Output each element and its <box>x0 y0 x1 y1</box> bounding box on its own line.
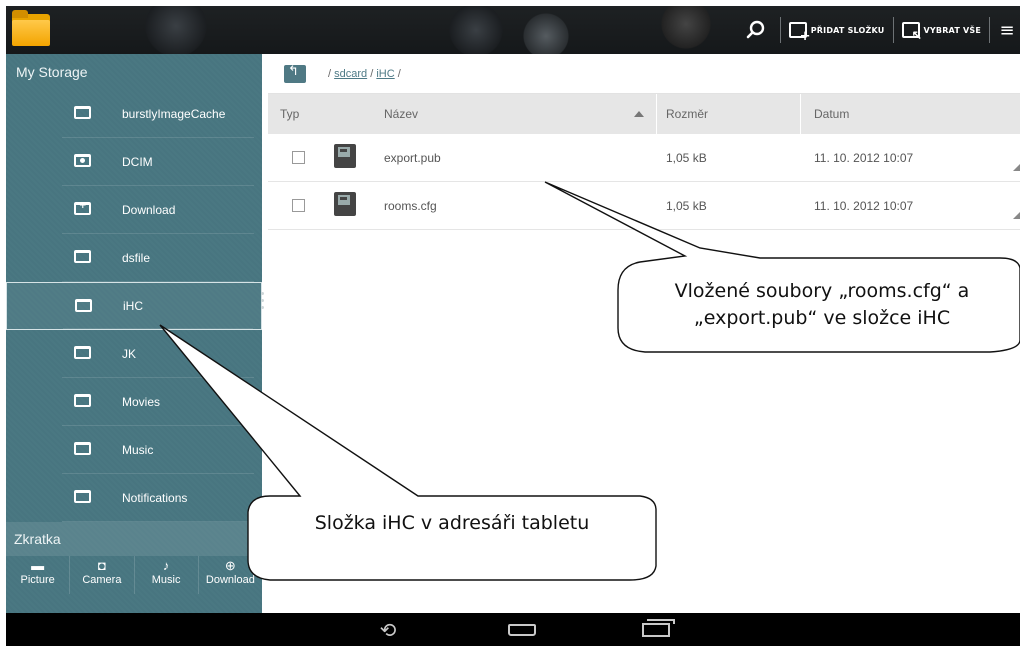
recent-apps-icon[interactable] <box>636 613 676 646</box>
table-header: Typ Název Rozměr Datum <box>268 94 1020 134</box>
sort-ascending-icon <box>634 111 644 117</box>
row-checkbox[interactable] <box>292 199 305 212</box>
shortcut-download[interactable]: ⊕ Download <box>199 556 262 594</box>
file-size: 1,05 kB <box>666 150 707 165</box>
music-icon: ♪ <box>162 558 170 573</box>
toolbar-divider <box>779 17 781 43</box>
select-all-button[interactable]: VYBRAT VŠE <box>898 6 985 54</box>
sidebar-item-download[interactable]: Download <box>6 186 262 234</box>
table-row[interactable]: rooms.cfg 1,05 kB 11. 10. 2012 10:07 <box>268 182 1020 230</box>
shortcut-label: Camera <box>82 574 122 586</box>
row-checkbox[interactable] <box>292 151 305 164</box>
row-corner-indicator <box>1013 164 1020 171</box>
app-folder-icon[interactable] <box>10 8 52 50</box>
up-folder-button[interactable] <box>284 64 306 83</box>
folder-icon <box>74 106 91 119</box>
sidebar-item-label: dsfile <box>122 251 151 265</box>
sidebar-item-ihc[interactable]: iHC <box>6 282 262 330</box>
files-note-line1: Vložené soubory „rooms.cfg“ a <box>674 280 970 302</box>
folder-callout-text: Složka iHC v adresáři tabletu <box>314 512 590 534</box>
sidebar-item-label: Music <box>122 443 154 457</box>
back-icon[interactable]: ⟲ <box>368 613 408 646</box>
folder-icon <box>74 490 91 503</box>
shortcut-label: Picture <box>20 574 55 586</box>
file-type-icon <box>334 144 356 168</box>
sidebar-item-label: iHC <box>123 299 143 313</box>
download-icon: ⊕ <box>224 558 236 573</box>
folder-icon <box>74 442 91 455</box>
files-callout-text: Vložené soubory „rooms.cfg“ a „export.pu… <box>626 278 1018 331</box>
row-corner-indicator <box>1013 212 1020 219</box>
select-all-icon <box>901 22 923 44</box>
shortcut-label: Music <box>151 574 181 586</box>
sidebar-header: My Storage <box>16 64 88 80</box>
shortcuts-header: Zkratka <box>6 522 262 556</box>
sidebar-item-label: DCIM <box>122 155 153 169</box>
breadcrumb-ihc[interactable]: iHC <box>376 68 394 80</box>
breadcrumb-bar: / sdcard / iHC / <box>268 54 1020 94</box>
sidebar-item-label: Download <box>122 203 176 217</box>
folder-icon <box>74 250 91 263</box>
breadcrumb-sdcard[interactable]: sdcard <box>334 68 367 80</box>
sidebar-item-label: Notifications <box>122 491 188 505</box>
sidebar: My Storage burstlyImageCache DCIM Downlo… <box>6 54 262 613</box>
breadcrumb-separator: / <box>370 67 374 80</box>
sidebar-item-dcim[interactable]: DCIM <box>6 138 262 186</box>
camera-folder-icon <box>74 154 91 167</box>
breadcrumb-separator: / <box>397 67 401 80</box>
shortcut-label: Download <box>205 574 255 586</box>
sidebar-item-jk[interactable]: JK <box>6 330 262 378</box>
action-bar-actions: PŘIDAT SLOŽKU VYBRAT VŠE ≡ <box>736 6 1020 54</box>
search-icon[interactable] <box>736 6 776 54</box>
sidebar-item-music[interactable]: Music <box>6 426 262 474</box>
breadcrumb: / sdcard / iHC / <box>328 68 401 80</box>
file-name: rooms.cfg <box>384 198 437 213</box>
sidebar-item-notifications[interactable]: Notifications <box>6 474 262 522</box>
file-size: 1,05 kB <box>666 198 707 213</box>
system-nav-bar: ⟲ <box>6 613 1020 646</box>
camera-icon: ◘ <box>97 558 106 573</box>
sidebar-item-movies[interactable]: Movies <box>6 378 262 426</box>
sidebar-item-burstlyimagecache[interactable]: burstlyImageCache <box>6 90 262 138</box>
shortcut-camera[interactable]: ◘ Camera <box>70 556 135 594</box>
shortcut-picture[interactable]: ▬ Picture <box>6 556 71 594</box>
sidebar-item-dsfile[interactable]: dsfile <box>6 234 262 282</box>
table-row[interactable]: export.pub 1,05 kB 11. 10. 2012 10:07 <box>268 134 1020 182</box>
column-name[interactable]: Název <box>384 107 418 121</box>
picture-icon: ▬ <box>31 558 45 573</box>
sidebar-item-label: burstlyImageCache <box>122 107 226 121</box>
folder-icon <box>75 299 92 312</box>
add-folder-icon <box>788 22 811 44</box>
file-name: export.pub <box>384 150 441 165</box>
shortcuts-bar: ▬ Picture ◘ Camera ♪ Music ⊕ Download <box>6 556 262 594</box>
sidebar-item-label: Movies <box>122 395 161 409</box>
select-all-label: VYBRAT VŠE <box>923 25 981 35</box>
files-note-line2: „export.pub“ ve složce iHC <box>693 306 951 329</box>
download-folder-icon <box>74 201 91 215</box>
file-date: 11. 10. 2012 10:07 <box>814 150 914 165</box>
column-date[interactable]: Datum <box>814 107 849 121</box>
shortcut-music[interactable]: ♪ Music <box>135 556 199 594</box>
column-type[interactable]: Typ <box>280 107 299 121</box>
pane-resize-handle[interactable] <box>259 288 265 324</box>
home-icon[interactable] <box>502 613 542 646</box>
breadcrumb-separator: / <box>328 67 332 80</box>
menu-icon[interactable]: ≡ <box>994 6 1020 54</box>
toolbar-divider <box>989 17 990 43</box>
action-bar: PŘIDAT SLOŽKU VYBRAT VŠE ≡ <box>6 6 1020 54</box>
column-size[interactable]: Rozměr <box>666 107 708 121</box>
add-folder-label: PŘIDAT SLOŽKU <box>810 25 885 35</box>
file-date: 11. 10. 2012 10:07 <box>814 198 914 213</box>
toolbar-divider <box>892 17 894 43</box>
add-folder-button[interactable]: PŘIDAT SLOŽKU <box>785 6 889 54</box>
folder-icon <box>74 394 91 407</box>
sidebar-item-label: JK <box>122 347 137 361</box>
folder-icon <box>74 346 91 359</box>
file-type-icon <box>334 192 356 216</box>
